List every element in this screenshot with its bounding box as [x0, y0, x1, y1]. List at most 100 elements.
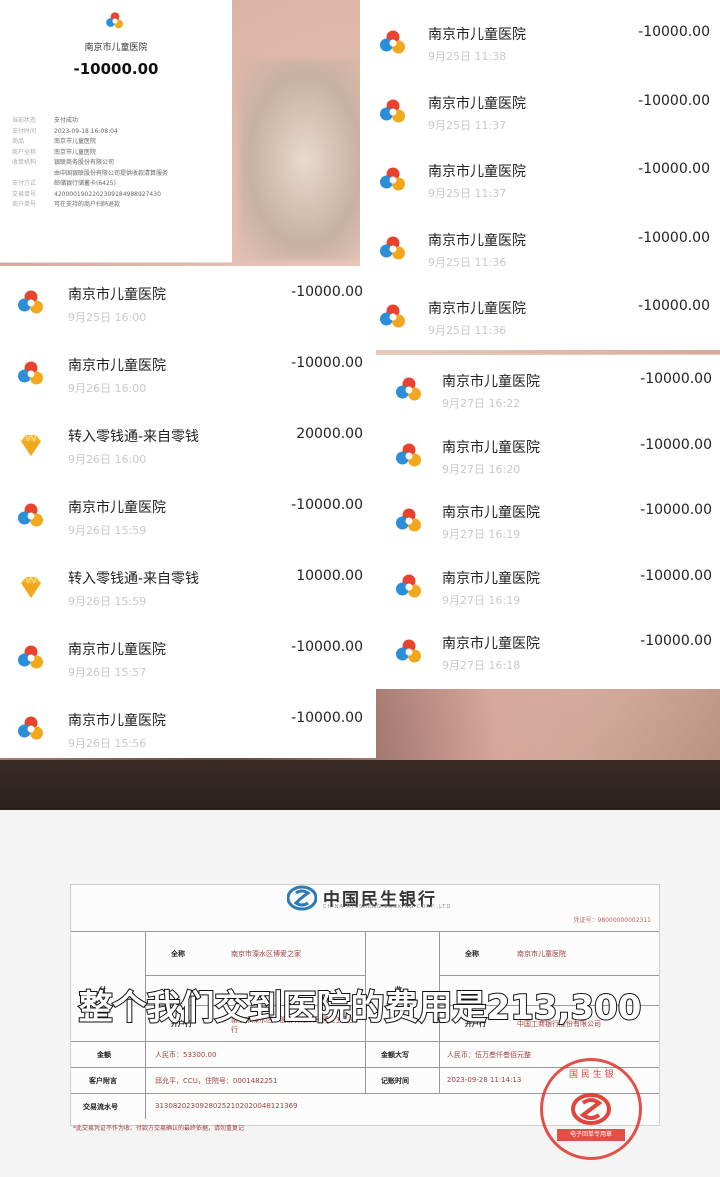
transaction-row[interactable]: 南京市儿童医院 9月26日 15:56 -10000.00 [0, 692, 376, 762]
payment-detail-card: 南京市儿童医院 -10000.00 当前状态 支付成功 支付时间 2023-09-1… [0, 0, 232, 263]
transaction-amount: -10000.00 [291, 497, 363, 513]
detail-value: 4200001902202309184988927430 [54, 190, 161, 198]
transaction-name: 南京市儿童医院 [442, 374, 540, 390]
transaction-row[interactable]: 南京市儿童医院 9月26日 15:57 -10000.00 [0, 621, 376, 691]
hospital-logo-icon [16, 501, 46, 531]
transaction-name: 南京市儿童医院 [68, 287, 166, 303]
detail-key: 支付时间 [12, 127, 37, 135]
transaction-time: 9月26日 15:56 [68, 737, 147, 750]
transaction-row[interactable]: 南京市儿童医院 9月25日 11:36 -10000.00 [360, 274, 720, 344]
transaction-time: 9月27日 16:20 [442, 462, 521, 476]
transaction-amount: -10000.00 [638, 161, 710, 177]
transaction-time: 9月27日 16:22 [442, 397, 521, 410]
detail-row: 由中国银联股份有限公司提供收款清算服务 [12, 169, 226, 180]
transaction-amount: -10000.00 [640, 436, 712, 453]
transaction-row[interactable]: 转入零钱通-来自零钱 9月26日 15:59 10000.00 [0, 550, 376, 620]
remark-value: 邱允平，CCU，住院号：0001482251 [155, 1077, 278, 1085]
transaction-name: 南京市儿童医院 [442, 570, 540, 587]
transaction-name: 南京市儿童医院 [428, 95, 526, 112]
transaction-name: 南京市儿童医院 [428, 232, 526, 249]
hospital-logo-icon [378, 28, 408, 58]
bank-seal-stamp: 国 民 生 银 电子回单专用章 [540, 1058, 642, 1160]
transaction-row[interactable]: 南京市儿童医院 9月27日 16:19 -10000.00 [376, 552, 720, 622]
slip-line [439, 975, 659, 976]
detail-row: 当前状态 支付成功 [12, 116, 226, 127]
transaction-amount: -10000.00 [640, 567, 712, 584]
payer-fullname: 南京市溧水区博爱之家 [231, 950, 301, 958]
hospital-logo-icon [378, 302, 408, 332]
payee-fullname: 南京市儿童医院 [517, 950, 566, 958]
transaction-amount: -10000.00 [640, 371, 712, 387]
transaction-row[interactable]: 南京市儿童医院 9月26日 16:00 -10000.00 [0, 337, 376, 407]
hospital-logo-icon [394, 441, 424, 471]
hospital-logo-icon [378, 165, 408, 195]
detail-row: 支付方式 邮储银行储蓄卡(6425) [12, 179, 226, 190]
detail-row: 商户单号 可在支持的商户扫码退款 [12, 200, 226, 211]
amount-upper-label: 金额大写 [381, 1051, 409, 1059]
transaction-time: 9月25日 16:00 [68, 311, 147, 324]
transaction-time: 9月26日 15:59 [68, 524, 147, 537]
detail-value: 2023-09-18 16:08:04 [54, 127, 118, 135]
transaction-list-middle-left: 南京市儿童医院 9月25日 16:00 -10000.00 南京市儿童医院 9月26日 … [0, 266, 376, 758]
transaction-time: 9月26日 15:59 [68, 595, 147, 608]
transaction-time: 9月25日 11:37 [428, 118, 507, 132]
transaction-time: 9月26日 16:00 [68, 453, 147, 466]
detail-rows: 当前状态 支付成功 支付时间 2023-09-18 16:08:04 商品 南京市儿童… [12, 116, 226, 211]
minsheng-bank-logo-icon [287, 885, 317, 911]
transaction-amount: 20000.00 [296, 426, 363, 442]
transaction-name: 南京市儿童医院 [442, 439, 540, 456]
hospital-logo-icon [16, 714, 46, 744]
transaction-row[interactable]: 南京市儿童医院 9月25日 11:37 -10000.00 [360, 69, 720, 139]
transaction-row[interactable]: 南京市儿童医院 9月25日 11:37 -10000.00 [360, 137, 720, 207]
detail-row: 交易单号 4200001902202309184988927430 [12, 190, 226, 201]
transaction-row[interactable]: 南京市儿童医院 9月27日 16:22 -10000.00 [376, 355, 720, 425]
transaction-row[interactable]: 南京市儿童医院 9月26日 15:59 -10000.00 [0, 479, 376, 549]
time-label: 记账时间 [381, 1077, 409, 1085]
detail-value: 南京市儿童医院 [54, 148, 97, 156]
stamp-band: 电子回单专用章 [557, 1129, 625, 1141]
transaction-row[interactable]: 南京市儿童医院 9月25日 11:36 -10000.00 [360, 206, 720, 276]
transaction-row[interactable]: 南京市儿童医院 9月27日 16:19 -10000.00 [376, 486, 720, 556]
transaction-name: 转入零钱通-来自零钱 [68, 571, 200, 587]
detail-row: 支付时间 2023-09-18 16:08:04 [12, 127, 226, 138]
detail-row: 商户全称 南京市儿童医院 [12, 148, 226, 159]
hospital-logo-icon [16, 643, 46, 673]
transaction-amount: -10000.00 [640, 633, 712, 649]
detail-value: 南京市儿童医院 [54, 138, 97, 145]
hospital-logo-icon [394, 572, 424, 602]
detail-merchant: 南京市儿童医院 [84, 43, 148, 53]
transaction-name: 南京市儿童医院 [428, 27, 526, 43]
transaction-amount: -10000.00 [291, 639, 363, 655]
transaction-time: 9月25日 11:36 [428, 255, 507, 269]
transaction-row[interactable]: 南京市儿童医院 9月25日 11:38 -10000.00 [360, 0, 720, 70]
transaction-name: 南京市儿童医院 [442, 636, 540, 652]
transaction-row[interactable]: 转入零钱通-来自零钱 9月26日 16:00 20000.00 [0, 408, 376, 478]
detail-key: 交易单号 [12, 190, 37, 198]
transaction-amount: -10000.00 [638, 24, 710, 40]
transaction-row[interactable]: 南京市儿童医院 9月27日 16:18 -10000.00 [376, 617, 720, 687]
transaction-name: 南京市儿童医院 [68, 358, 166, 374]
hospital-logo-icon [394, 637, 424, 667]
transaction-time: 9月27日 16:18 [442, 659, 521, 672]
stamp-text: 国 民 生 银 [569, 1070, 614, 1080]
transaction-name: 南京市儿童医院 [68, 713, 166, 729]
amount-upper-value: 人民币：伍万叁仟叁佰元整 [447, 1051, 531, 1059]
slip-footnote: *此交易凭证不作为收、付款方交易确认的最终依据，请勿重复记 [73, 1125, 245, 1132]
transaction-row[interactable]: 南京市儿童医院 9月25日 16:00 -10000.00 [0, 266, 376, 336]
time-value: 2023-09-28 11:14:13 [447, 1076, 522, 1084]
transaction-name: 南京市儿童医院 [428, 301, 526, 317]
detail-value: 邮储银行储蓄卡(6425) [54, 180, 116, 187]
payee-fullname-label: 全称 [465, 950, 479, 958]
transaction-time: 9月25日 11:37 [428, 187, 507, 200]
bank-english-name: CHINA MINSHENG BANKING CORP.,LTD [323, 904, 452, 910]
transaction-amount: -10000.00 [291, 284, 363, 300]
detail-value: 支付成功 [54, 117, 79, 124]
detail-amount: -10000.00 [73, 60, 159, 78]
slip-line [145, 975, 365, 976]
detail-key: 支付方式 [12, 180, 37, 187]
transaction-amount: -10000.00 [291, 710, 363, 726]
transaction-row[interactable]: 南京市儿童医院 9月27日 16:20 -10000.00 [376, 421, 720, 491]
detail-key: 商户单号 [12, 201, 37, 208]
transaction-time: 9月25日 11:36 [428, 324, 507, 337]
amount-value: 人民币：53300.00 [155, 1051, 217, 1059]
